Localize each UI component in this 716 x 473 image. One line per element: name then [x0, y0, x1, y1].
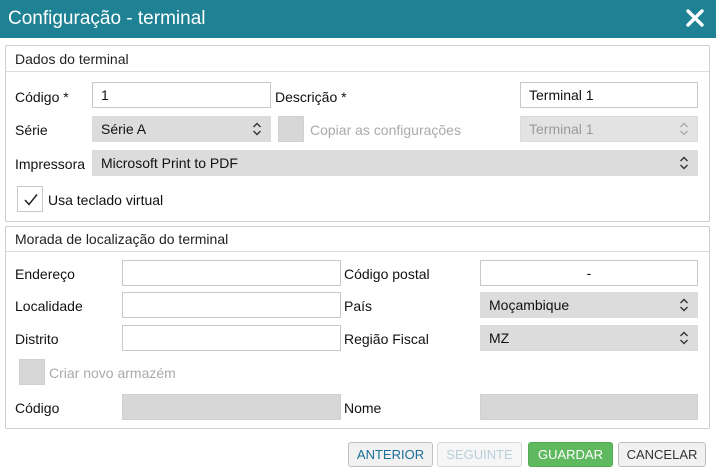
copiar-source-value: Terminal 1: [529, 121, 594, 137]
terminal-section-title: Dados do terminal: [15, 51, 129, 67]
descricao-field[interactable]: Terminal 1: [520, 82, 698, 108]
distrito-field[interactable]: [122, 325, 341, 351]
cancelar-button[interactable]: CANCELAR: [618, 442, 706, 467]
dialog-title: Configuração - terminal: [8, 8, 206, 29]
regiao-fiscal-value: MZ: [489, 330, 510, 346]
descricao-label: Descrição *: [275, 89, 347, 105]
criar-armazem-checkbox[interactable]: [19, 359, 45, 385]
guardar-button[interactable]: GUARDAR: [528, 442, 613, 467]
endereco-label: Endereço: [15, 266, 75, 282]
codigo-postal-label: Código postal: [344, 266, 430, 282]
chevron-updown-icon: [680, 156, 688, 170]
endereco-field[interactable]: [122, 260, 341, 286]
teclado-virtual-checkbox[interactable]: [17, 186, 43, 212]
anterior-button[interactable]: ANTERIOR: [348, 442, 433, 467]
distrito-label: Distrito: [15, 331, 59, 347]
serie-select[interactable]: Série A: [92, 116, 271, 142]
terminal-panel: Dados do terminal Código * 1 Descrição *…: [5, 45, 710, 222]
chevron-updown-icon: [253, 122, 261, 136]
section-divider: [6, 251, 709, 252]
pais-select[interactable]: Moçambique: [480, 292, 698, 318]
criar-armazem-label: Criar novo armazém: [49, 365, 176, 381]
impressora-select[interactable]: Microsoft Print to PDF: [92, 150, 698, 176]
armazem-codigo-field[interactable]: [122, 394, 341, 420]
armazem-nome-field[interactable]: [480, 394, 698, 420]
serie-select-value: Série A: [101, 121, 147, 137]
localidade-field[interactable]: [122, 292, 341, 318]
codigo-postal-field[interactable]: -: [480, 260, 698, 286]
armazem-codigo-label: Código: [15, 400, 60, 416]
chevron-updown-icon: [680, 331, 688, 345]
address-section-title: Morada de localização do terminal: [15, 231, 229, 247]
dialog-titlebar: Configuração - terminal: [0, 0, 716, 38]
codigo-label: Código *: [15, 89, 69, 105]
section-divider: [6, 71, 709, 72]
pais-label: País: [344, 298, 373, 314]
armazem-nome-label: Nome: [344, 400, 382, 416]
impressora-select-value: Microsoft Print to PDF: [101, 155, 238, 171]
localidade-label: Localidade: [15, 298, 83, 314]
serie-label: Série: [15, 122, 48, 138]
close-icon[interactable]: [684, 7, 706, 29]
checkmark-icon: [24, 194, 38, 206]
pais-select-value: Moçambique: [489, 297, 570, 313]
regiao-fiscal-select[interactable]: MZ: [480, 325, 698, 351]
chevron-updown-icon: [680, 122, 688, 136]
codigo-field[interactable]: 1: [92, 82, 271, 108]
copiar-checkbox[interactable]: [278, 116, 304, 142]
teclado-virtual-label: Usa teclado virtual: [48, 192, 164, 208]
chevron-updown-icon: [680, 298, 688, 312]
regiao-fiscal-label: Região Fiscal: [344, 331, 429, 347]
copiar-label: Copiar as configurações: [310, 122, 461, 138]
impressora-label: Impressora: [15, 156, 86, 172]
address-panel: Morada de localização do terminal Endere…: [5, 226, 710, 429]
copiar-source-select[interactable]: Terminal 1: [520, 116, 698, 142]
seguinte-button[interactable]: SEGUINTE: [437, 442, 522, 467]
